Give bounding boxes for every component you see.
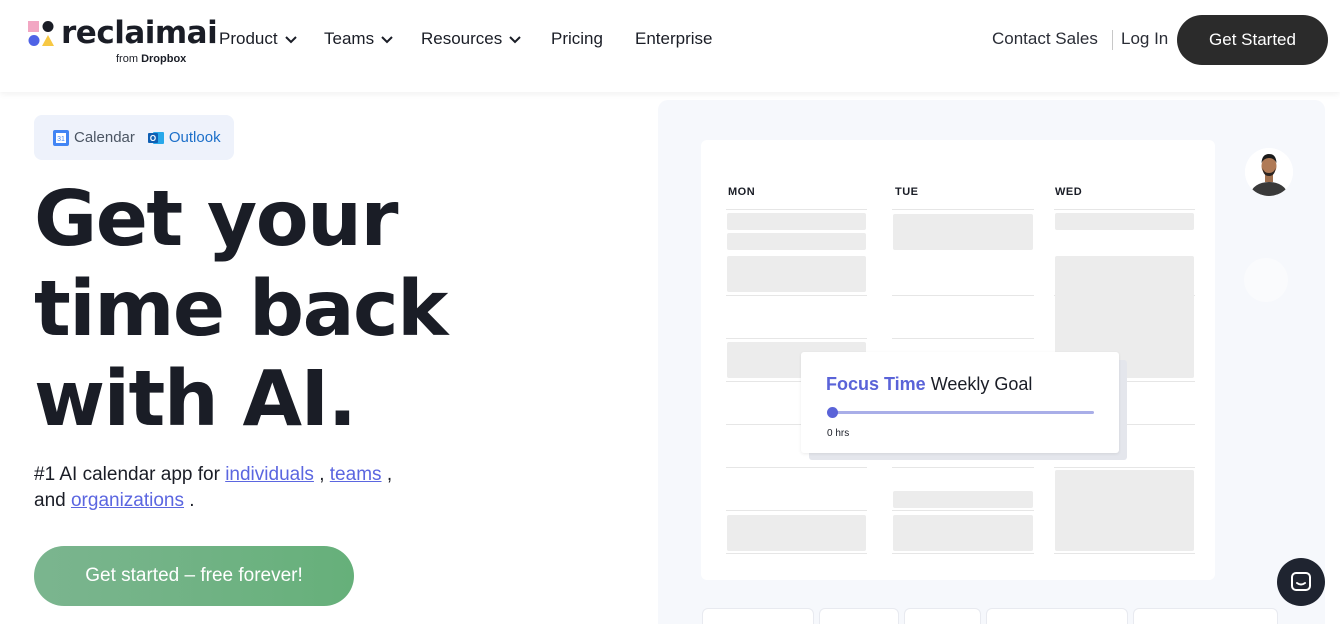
grid-line <box>892 209 1034 210</box>
preview-tab <box>819 608 899 624</box>
user-avatar <box>1245 148 1293 196</box>
grid-line <box>892 338 1034 339</box>
preview-tab <box>904 608 981 624</box>
goal-title-label: Weekly Goal <box>930 374 1033 394</box>
chevron-down-icon <box>284 36 297 44</box>
login-link[interactable]: Log In <box>1121 29 1168 49</box>
calendar-event-block <box>893 515 1033 551</box>
calendar-event-block <box>1055 470 1194 551</box>
outlook-icon: O <box>147 131 164 144</box>
subtitle-and: and <box>34 490 66 511</box>
headline-line-3: with AI. <box>34 355 357 444</box>
grid-line <box>726 553 867 554</box>
google-calendar-integration: 31 Calendar <box>52 129 135 147</box>
grid-line <box>1054 553 1195 554</box>
svg-text:O: O <box>150 134 156 143</box>
nav-teams[interactable]: Teams <box>324 29 394 49</box>
preview-tab <box>1133 608 1278 624</box>
get-started-button[interactable]: Get Started <box>1177 15 1328 65</box>
day-header-mon: MON <box>728 186 756 198</box>
goal-card-title: Focus Time Weekly Goal <box>826 374 1032 395</box>
grid-line <box>1054 467 1195 468</box>
outlook-label: Outlook <box>168 129 221 146</box>
person-avatar-icon <box>1245 148 1293 196</box>
nav-pricing-label: Pricing <box>551 29 603 48</box>
google-calendar-icon: 31 <box>53 129 69 146</box>
calendar-event-block <box>1055 213 1194 230</box>
day-header-tue: TUE <box>895 186 919 198</box>
goal-accent-label: Focus Time <box>826 374 926 394</box>
reclaim-logo[interactable]: reclaimai from Dropbox <box>28 15 218 68</box>
grid-line <box>1054 209 1195 210</box>
grid-line <box>726 338 867 339</box>
subtitle-sep: , <box>386 464 393 485</box>
teams-link[interactable]: teams <box>330 464 382 485</box>
nav-product-label: Product <box>219 29 278 48</box>
preview-tab <box>986 608 1128 624</box>
chat-icon <box>1291 572 1311 591</box>
calendar-event-block <box>893 491 1033 508</box>
grid-line <box>892 467 1034 468</box>
individuals-link[interactable]: individuals <box>225 464 314 485</box>
calendar-event-block <box>727 515 866 551</box>
grid-line <box>892 295 1034 296</box>
top-nav: reclaimai from Dropbox Product Teams Res… <box>0 0 1340 92</box>
subtitle-prefix: #1 AI calendar app for <box>34 464 220 485</box>
hero-subtitle: #1 AI calendar app for individuals , tea… <box>34 462 454 514</box>
nav-product[interactable]: Product <box>219 29 298 49</box>
goal-slider-track[interactable] <box>831 411 1094 414</box>
integrations-badge: 31 Calendar O Outlook <box>34 115 234 160</box>
organizations-link[interactable]: organizations <box>71 490 184 511</box>
nav-enterprise[interactable]: Enterprise <box>635 29 712 49</box>
logo-wordmark: reclaimai <box>61 15 218 51</box>
logo-subtitle: from Dropbox <box>116 53 187 65</box>
calendar-event-block <box>893 214 1033 250</box>
hero-headline: Get your time back with AI. <box>34 175 594 445</box>
grid-line <box>892 510 1034 511</box>
calendar-label: Calendar <box>74 129 135 146</box>
focus-time-goal-card: Focus Time Weekly Goal 0 hrs <box>801 352 1119 453</box>
chevron-down-icon <box>509 36 521 44</box>
subtitle-sep: , <box>319 464 325 485</box>
day-header-wed: WED <box>1055 186 1083 198</box>
goal-value-label: 0 hrs <box>827 428 850 439</box>
nav-teams-label: Teams <box>324 29 375 48</box>
subtitle-end: . <box>189 490 195 511</box>
grid-line <box>892 553 1034 554</box>
grid-line <box>726 467 867 468</box>
calendar-event-block <box>727 256 866 292</box>
avatar-placeholder <box>1244 258 1288 302</box>
headline-line-2: time back <box>34 265 448 354</box>
chat-launcher-button[interactable] <box>1277 558 1325 606</box>
logo-mark-icon <box>28 21 54 46</box>
calendar-event-block <box>727 233 866 250</box>
nav-enterprise-label: Enterprise <box>635 29 713 48</box>
svg-text:31: 31 <box>57 136 65 143</box>
nav-resources-label: Resources <box>421 29 503 48</box>
goal-slider-handle[interactable] <box>827 407 838 418</box>
preview-tab <box>702 608 814 624</box>
calendar-event-block <box>727 213 866 230</box>
nav-resources[interactable]: Resources <box>421 29 522 49</box>
nav-divider <box>1112 30 1113 50</box>
grid-line <box>726 295 867 296</box>
grid-line <box>726 510 867 511</box>
outlook-integration: O Outlook <box>147 129 221 147</box>
contact-sales-link[interactable]: Contact Sales <box>992 29 1098 49</box>
headline-line-1: Get your <box>34 175 398 264</box>
get-started-free-button[interactable]: Get started – free forever! <box>34 546 354 606</box>
chevron-down-icon <box>381 36 393 44</box>
grid-line <box>726 209 867 210</box>
nav-pricing[interactable]: Pricing <box>551 29 603 49</box>
